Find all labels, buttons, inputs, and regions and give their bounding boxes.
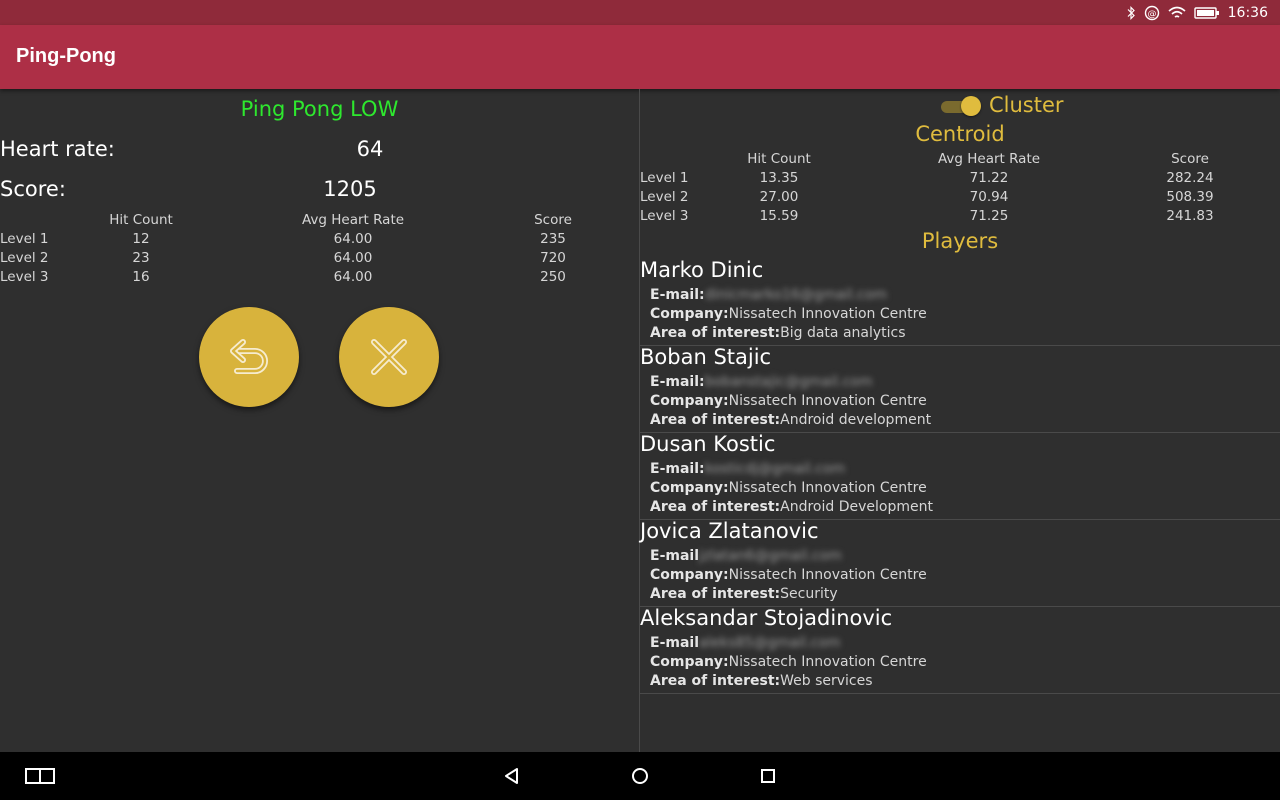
player-company: Company:Nissatech Innovation Centre xyxy=(650,306,927,322)
player-email: E-mail:bobanstajic@gmail.com xyxy=(650,374,873,390)
player-company: Company:Nissatech Innovation Centre xyxy=(650,654,927,670)
list-item[interactable]: Marko Dinic E-mail:dinicmarko16@gmail.co… xyxy=(640,258,1280,346)
overview-square-icon xyxy=(761,769,775,783)
player-name: Jovica Zlatanovic xyxy=(640,519,819,543)
wifi-icon xyxy=(1168,6,1186,20)
table-cell: 13.35 xyxy=(759,170,799,186)
multi-window-icon xyxy=(25,768,55,784)
battery-icon xyxy=(1193,6,1220,20)
score-value: 1205 xyxy=(323,177,377,201)
player-company: Company:Nissatech Innovation Centre xyxy=(650,567,927,583)
game-pane: Ping Pong LOW Heart rate: 64 Score: 1205… xyxy=(0,89,639,752)
table-cell-level: Level 2 xyxy=(0,250,49,266)
bluetooth-icon xyxy=(1126,5,1136,20)
navigation-bar xyxy=(0,752,1280,800)
player-email: E-mailaleks85@gmail.com xyxy=(650,635,841,651)
toggle-thumb xyxy=(961,96,981,116)
table-cell: 508.39 xyxy=(1166,189,1214,205)
player-interest: Area of interest:Web services xyxy=(650,673,873,689)
status-time: 16:36 xyxy=(1227,4,1268,21)
table-header: Score xyxy=(534,212,572,228)
centroid-table: Hit Count Avg Heart Rate Score Level 1 1… xyxy=(640,151,1280,229)
table-cell-level: Level 2 xyxy=(640,189,689,205)
table-cell-level: Level 3 xyxy=(640,208,689,224)
list-item[interactable]: Jovica Zlatanovic E-mailjzlatan6@gmail.c… xyxy=(640,519,1280,607)
table-cell: 70.94 xyxy=(969,189,1009,205)
home-nav-button[interactable] xyxy=(624,752,656,800)
player-company: Company:Nissatech Innovation Centre xyxy=(650,480,927,496)
table-cell: 71.22 xyxy=(969,170,1009,186)
table-cell: 235 xyxy=(540,231,566,247)
player-interest: Area of interest:Android development xyxy=(650,412,932,428)
score-label: Score: xyxy=(0,177,66,201)
table-cell: 64.00 xyxy=(333,250,373,266)
table-cell: 241.83 xyxy=(1166,208,1214,224)
table-cell: 27.00 xyxy=(759,189,799,205)
heart-rate-label: Heart rate: xyxy=(0,137,115,161)
player-name: Boban Stajic xyxy=(640,345,772,369)
table-cell: 12 xyxy=(132,231,150,247)
back-triangle-icon xyxy=(505,768,518,784)
cluster-pane: Cluster Centroid Hit Count Avg Heart Rat… xyxy=(640,89,1280,752)
table-cell: 23 xyxy=(132,250,150,266)
table-cell-level: Level 1 xyxy=(0,231,49,247)
game-title: Ping Pong LOW xyxy=(240,97,399,121)
heart-rate-value: 64 xyxy=(356,137,384,161)
level-stats-table: Hit Count Avg Heart Rate Score Level 1 1… xyxy=(0,212,639,292)
player-interest: Area of interest:Android Development xyxy=(650,499,933,515)
back-nav-button[interactable] xyxy=(496,752,528,800)
table-cell: 282.24 xyxy=(1166,170,1214,186)
cluster-toggle[interactable] xyxy=(941,96,981,116)
close-x-icon xyxy=(371,339,407,375)
player-email: E-mail:kosticdj@gmail.com xyxy=(650,461,846,477)
table-cell-level: Level 1 xyxy=(640,170,689,186)
home-circle-icon xyxy=(632,768,648,784)
table-cell: 16 xyxy=(132,269,150,285)
table-header: Hit Count xyxy=(747,151,811,167)
overview-nav-button[interactable] xyxy=(752,752,784,800)
list-item[interactable]: Dusan Kostic E-mail:kosticdj@gmail.com C… xyxy=(640,432,1280,520)
list-item[interactable]: Aleksandar Stojadinovic E-mailaleks85@gm… xyxy=(640,606,1280,694)
status-icons: @ 16:36 xyxy=(1126,0,1268,25)
multi-window-button[interactable] xyxy=(20,752,60,800)
table-header: Score xyxy=(1171,151,1209,167)
table-cell-level: Level 3 xyxy=(0,269,49,285)
undo-arrow-icon xyxy=(230,339,268,374)
cluster-label: Cluster xyxy=(989,93,1064,117)
close-button[interactable] xyxy=(339,307,439,407)
player-interest: Area of interest:Big data analytics xyxy=(650,325,906,341)
table-cell: 15.59 xyxy=(759,208,799,224)
table-cell: 64.00 xyxy=(333,231,373,247)
player-name: Aleksandar Stojadinovic xyxy=(640,606,893,630)
player-name: Marko Dinic xyxy=(640,258,764,282)
table-cell: 71.25 xyxy=(969,208,1009,224)
back-button[interactable] xyxy=(199,307,299,407)
player-email: E-mailjzlatan6@gmail.com xyxy=(650,548,842,564)
player-company: Company:Nissatech Innovation Centre xyxy=(650,393,927,409)
app-bar: Ping-Pong xyxy=(0,25,1280,89)
centroid-title: Centroid xyxy=(915,122,1005,146)
list-item[interactable]: Boban Stajic E-mail:bobanstajic@gmail.co… xyxy=(640,345,1280,433)
table-header: Hit Count xyxy=(109,212,173,228)
app-title: Ping-Pong xyxy=(16,45,116,67)
table-cell: 720 xyxy=(540,250,566,266)
table-cell: 64.00 xyxy=(333,269,373,285)
table-header: Avg Heart Rate xyxy=(301,212,405,228)
table-cell: 250 xyxy=(540,269,566,285)
table-header: Avg Heart Rate xyxy=(937,151,1041,167)
player-email: E-mail:dinicmarko16@gmail.com xyxy=(650,287,888,303)
status-bar: @ 16:36 xyxy=(0,0,1280,25)
player-name: Dusan Kostic xyxy=(640,432,776,456)
players-title: Players xyxy=(921,229,999,253)
svg-text:@: @ xyxy=(1147,9,1156,19)
player-interest: Area of interest:Security xyxy=(650,586,838,602)
sync-icon: @ xyxy=(1144,5,1160,21)
